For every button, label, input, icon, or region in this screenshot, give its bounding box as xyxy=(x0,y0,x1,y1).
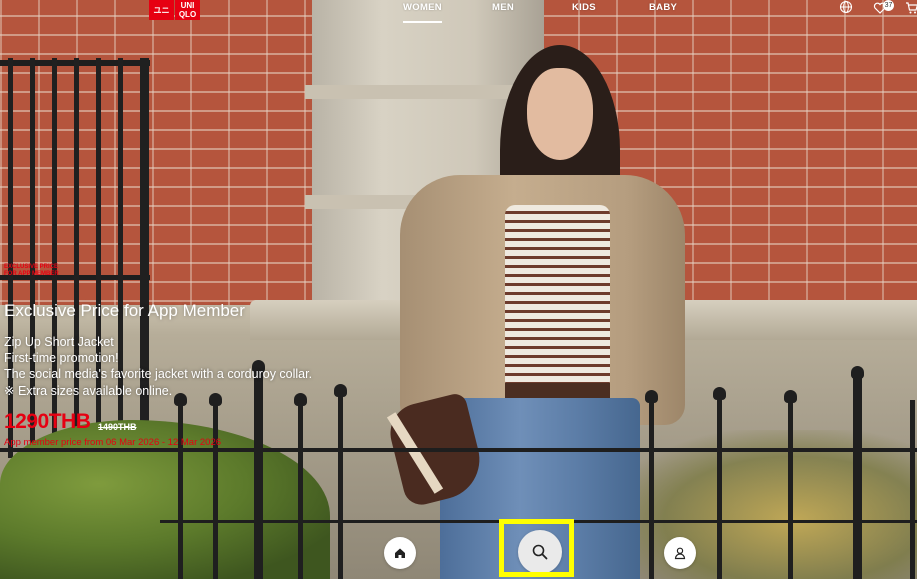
gate-post xyxy=(140,58,149,458)
model-face xyxy=(527,68,593,160)
logo-cell-right: UNI QLO xyxy=(175,0,200,20)
home-icon xyxy=(395,548,405,558)
logo-text: UNI QLO xyxy=(178,1,197,19)
fence-finial xyxy=(645,390,658,403)
wishlist-count-badge: 37 xyxy=(883,0,894,11)
fence-bar xyxy=(213,400,218,579)
gate-bar xyxy=(30,58,35,458)
fence-bar xyxy=(717,395,722,579)
fence-bar xyxy=(178,400,183,579)
fence-bar xyxy=(298,400,303,579)
account-button[interactable] xyxy=(664,537,696,569)
search-highlight-box xyxy=(499,519,574,577)
fence-bar xyxy=(649,398,654,579)
user-icon xyxy=(674,547,686,560)
uniqlo-logo[interactable]: ユニ UNI QLO xyxy=(149,0,200,20)
tab-kids[interactable]: KIDS xyxy=(572,2,596,13)
cart-icon[interactable] xyxy=(905,1,917,15)
sale-price: 1290THB xyxy=(4,410,91,433)
globe-icon[interactable] xyxy=(839,0,853,14)
gate-bar xyxy=(74,58,79,458)
promo-title: Exclusive Price for App Member xyxy=(4,301,245,320)
fence-finial xyxy=(334,384,347,397)
fence-finial xyxy=(713,387,726,400)
fence-post xyxy=(254,372,263,579)
original-price: 1490THB xyxy=(98,422,137,432)
tab-label: KIDS xyxy=(572,2,596,13)
fence-finial xyxy=(209,393,222,406)
fence-post xyxy=(853,378,862,579)
model-shirt xyxy=(505,205,610,390)
tab-label: BABY xyxy=(649,2,678,13)
gate-bar xyxy=(8,58,13,458)
fence-finial xyxy=(851,366,864,379)
home-button[interactable] xyxy=(384,537,416,569)
fence-finial xyxy=(174,393,187,406)
product-name: Zip Up Short Jacket xyxy=(4,335,114,349)
exclusive-price-tag: EXCLUSIVE PRICE FOR APP MEMBER xyxy=(4,264,59,277)
active-tab-indicator xyxy=(403,21,442,23)
fence-bar xyxy=(910,400,915,579)
fence-finial xyxy=(784,390,797,403)
member-price-period: App member price from 06 Mar 2026 - 12 M… xyxy=(4,437,222,448)
fence-rail xyxy=(0,448,917,452)
brick-wall-left xyxy=(0,0,330,340)
fence-bar xyxy=(788,398,793,579)
tab-label: WOMEN xyxy=(403,2,442,13)
tab-women[interactable]: WOMEN xyxy=(403,2,442,23)
tab-men[interactable]: MEN xyxy=(492,2,514,13)
model-belt xyxy=(505,383,610,399)
foliage-right xyxy=(610,430,917,579)
promo-line: ※ Extra sizes available online. xyxy=(4,384,173,398)
gate-bar xyxy=(96,58,101,458)
fence-bar xyxy=(338,392,343,579)
hero-image[interactable] xyxy=(0,0,917,579)
gate-bar xyxy=(118,58,123,458)
promo-line: First-time promotion! xyxy=(4,351,119,365)
tab-baby[interactable]: BABY xyxy=(649,2,677,13)
promo-line: The social media's favorite jacket with … xyxy=(4,367,313,381)
logo-cell-left: ユニ xyxy=(149,0,174,20)
fence-finial xyxy=(294,393,307,406)
gate-bar xyxy=(52,58,57,458)
tab-label: MEN xyxy=(492,2,515,13)
